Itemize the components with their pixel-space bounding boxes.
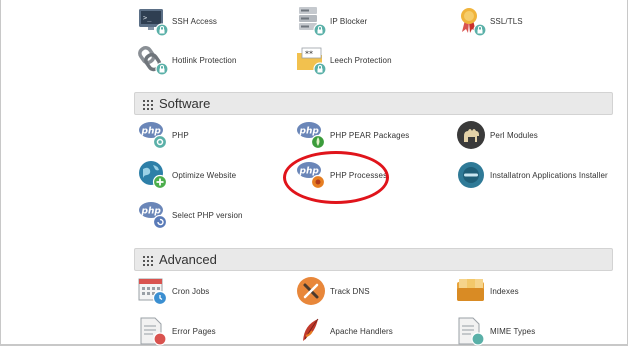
software-section-title: Software [159, 96, 211, 111]
installatron-item[interactable]: Installatron Applications Installer [456, 158, 608, 192]
indexes-item[interactable]: Indexes [456, 274, 519, 308]
leech-protection-item[interactable]: ** Leech Protection [296, 43, 392, 77]
installatron-icon [456, 160, 486, 190]
mime-file-icon [456, 316, 486, 346]
hotlink-protection-label: Hotlink Protection [172, 55, 237, 65]
feather-icon [296, 316, 326, 346]
apache-handlers-item[interactable]: Apache Handlers [296, 314, 393, 348]
globe-plus-icon [138, 160, 168, 190]
ssl-tls-label: SSL/TLS [490, 16, 523, 26]
svg-text:**: ** [305, 50, 313, 59]
indexes-label: Indexes [490, 286, 519, 296]
advanced-section-header[interactable]: Advanced [134, 248, 613, 271]
select-php-version-item[interactable]: php Select PHP version [138, 198, 243, 232]
optimize-website-label: Optimize Website [172, 170, 237, 180]
optimize-website-item[interactable]: Optimize Website [138, 158, 236, 192]
ip-blocker-label: IP Blocker [330, 16, 368, 26]
ssh-access-label: SSH Access [172, 16, 218, 26]
drag-handle-icon[interactable] [143, 99, 153, 110]
highlight-ring [283, 151, 389, 204]
error-pages-item[interactable]: Error Pages [138, 314, 216, 348]
perl-modules-item[interactable]: Perl Modules [456, 118, 538, 152]
svg-text:>_: >_ [143, 14, 152, 22]
cron-jobs-label: Cron Jobs [172, 286, 210, 296]
camel-icon [456, 120, 486, 150]
mime-types-item[interactable]: MIME Types [456, 314, 535, 348]
drag-handle-icon[interactable] [143, 255, 153, 266]
svg-text:php: php [141, 207, 162, 217]
ip-blocker-item[interactable]: IP Blocker [296, 4, 367, 38]
track-dns-label: Track DNS [330, 286, 370, 296]
select-php-version-label: Select PHP version [172, 210, 243, 220]
svg-text:php: php [141, 127, 162, 137]
calendar-clock-icon [138, 276, 168, 306]
svg-text:php: php [299, 127, 320, 137]
php-pear-icon: php [296, 120, 326, 150]
php-select-icon: php [138, 200, 168, 230]
certificate-lock-icon [456, 6, 487, 37]
software-section-header[interactable]: Software [134, 92, 613, 115]
ssh-access-item[interactable]: >_ SSH Access [138, 4, 217, 38]
installatron-label: Installatron Applications Installer [490, 170, 608, 180]
frame-left-border [0, 0, 1, 346]
php-gear-icon: php [138, 120, 168, 150]
error-page-icon [138, 316, 168, 346]
chain-link-lock-icon [138, 45, 169, 76]
php-pear-packages-item[interactable]: php PHP PEAR Packages [296, 118, 409, 152]
track-dns-item[interactable]: Track DNS [296, 274, 370, 308]
tools-icon [296, 276, 326, 306]
index-cards-icon [456, 276, 486, 306]
ssl-tls-item[interactable]: SSL/TLS [456, 4, 523, 38]
php-pear-packages-label: PHP PEAR Packages [330, 130, 410, 140]
hotlink-protection-item[interactable]: Hotlink Protection [138, 43, 237, 77]
mime-types-label: MIME Types [490, 326, 536, 336]
cron-jobs-item[interactable]: Cron Jobs [138, 274, 209, 308]
perl-modules-label: Perl Modules [490, 130, 538, 140]
advanced-section-title: Advanced [159, 252, 217, 267]
terminal-lock-icon: >_ [138, 6, 169, 37]
error-pages-label: Error Pages [172, 326, 216, 336]
apache-handlers-label: Apache Handlers [330, 326, 393, 336]
php-label: PHP [172, 130, 189, 140]
leech-protection-label: Leech Protection [330, 55, 392, 65]
folder-password-lock-icon: ** [296, 45, 327, 76]
php-item[interactable]: php PHP [138, 118, 189, 152]
server-lock-icon [296, 6, 327, 37]
